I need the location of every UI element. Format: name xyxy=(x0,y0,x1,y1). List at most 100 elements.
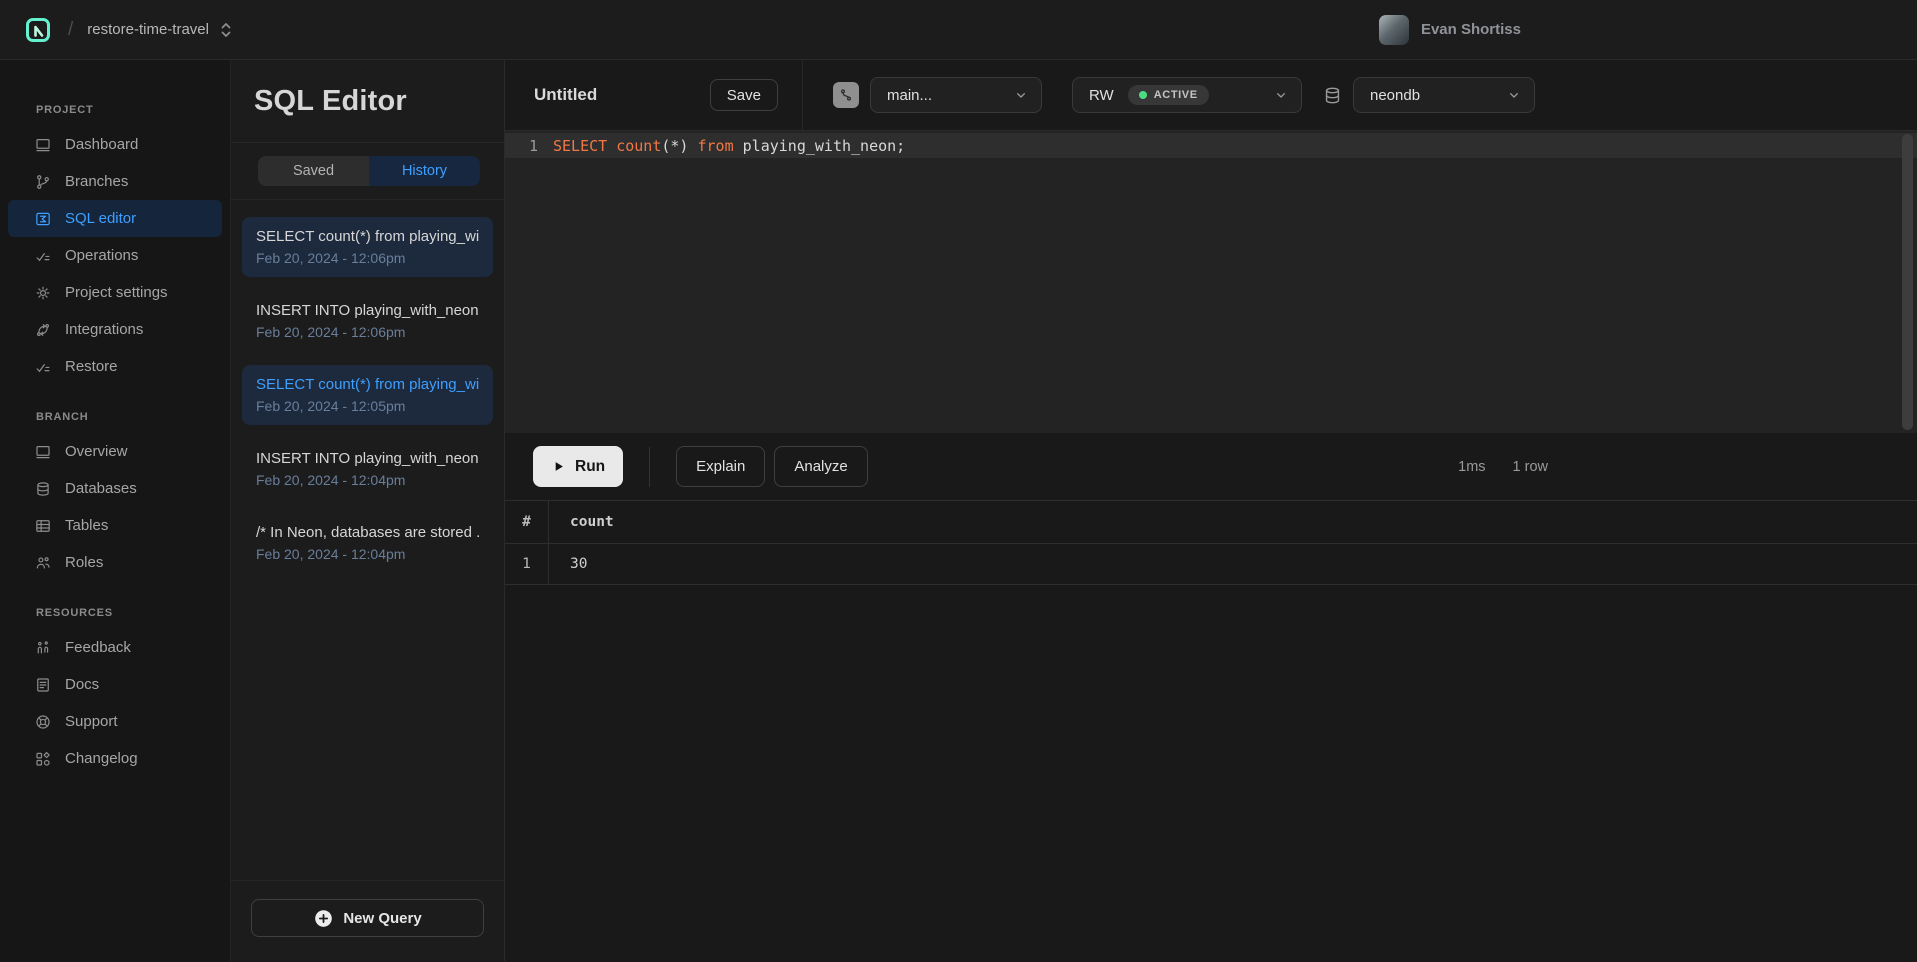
save-button[interactable]: Save xyxy=(710,79,778,111)
sidebar-item-label: Dashboard xyxy=(65,136,138,153)
line-number: 1 xyxy=(505,137,553,155)
history-query: INSERT INTO playing_with_neon(... xyxy=(256,302,479,319)
breadcrumb-project-name[interactable]: restore-time-travel xyxy=(87,21,209,38)
sidebar-item-restore[interactable]: Restore xyxy=(8,348,222,385)
context-selectors: main... RW ACTIVE neondb xyxy=(803,60,1917,130)
analyze-button[interactable]: Analyze xyxy=(774,446,867,487)
results-table: # count 1 30 xyxy=(505,500,1917,961)
sidebar-item-label: Roles xyxy=(65,554,103,571)
compute-select[interactable]: RW ACTIVE xyxy=(1072,77,1302,113)
branch-badge-icon[interactable] xyxy=(833,82,859,108)
query-title: Untitled xyxy=(534,85,597,105)
sidebar-item-label: Restore xyxy=(65,358,118,375)
history-query: SELECT count(*) from playing_wit... xyxy=(256,376,479,393)
restore-check-icon xyxy=(34,358,52,376)
play-icon xyxy=(551,459,566,474)
history-timestamp: Feb 20, 2024 - 12:06pm xyxy=(256,250,479,266)
sidebar-item-sql-editor[interactable]: SQL editor xyxy=(8,200,222,237)
query-duration: 1ms xyxy=(1458,459,1485,475)
sidebar-item-label: Tables xyxy=(65,517,108,534)
cell-index: 1 xyxy=(505,544,549,584)
top-bar: / restore-time-travel Evan Shortiss xyxy=(0,0,1917,60)
history-timestamp: Feb 20, 2024 - 12:06pm xyxy=(256,324,479,340)
tab-history[interactable]: History xyxy=(369,156,480,186)
avatar[interactable] xyxy=(1379,15,1409,45)
code-line-active[interactable]: 1 SELECT count(*) from playing_with_neon… xyxy=(505,133,1917,158)
main-area: Untitled Save main... RW ACTIVE xyxy=(505,60,1917,961)
sidebar-item-tables[interactable]: Tables xyxy=(8,507,222,544)
sidebar-item-feedback[interactable]: Feedback xyxy=(8,629,222,666)
sidebar-item-docs[interactable]: Docs xyxy=(8,666,222,703)
sidebar-item-label: Operations xyxy=(65,247,138,264)
history-query: SELECT count(*) from playing_wit... xyxy=(256,228,479,245)
run-label: Run xyxy=(575,458,605,476)
section-label: RESOURCES xyxy=(0,607,230,619)
sidebar-item-branches[interactable]: Branches xyxy=(8,163,222,200)
cell-count: 30 xyxy=(549,544,1917,584)
sidebar-item-label: Integrations xyxy=(65,321,143,338)
column-header-index: # xyxy=(505,501,549,543)
neon-logo-icon[interactable] xyxy=(24,16,52,44)
sidebar-section-branch: BRANCH Overview Databases Tables Roles xyxy=(0,411,230,581)
query-row-count: 1 row xyxy=(1513,459,1548,475)
query-actions-row: Run Explain Analyze 1ms 1 row xyxy=(505,433,1917,500)
operations-check-icon xyxy=(34,247,52,265)
history-query: INSERT INTO playing_with_neon(... xyxy=(256,450,479,467)
editor-toolbar: Untitled Save main... RW ACTIVE xyxy=(505,60,1917,131)
sidebar-item-label: Feedback xyxy=(65,639,131,656)
history-timestamp: Feb 20, 2024 - 12:04pm xyxy=(256,472,479,488)
sidebar-item-project-settings[interactable]: Project settings xyxy=(8,274,222,311)
table-row[interactable]: 1 30 xyxy=(505,544,1917,585)
sidebar-item-overview[interactable]: Overview xyxy=(8,433,222,470)
history-timestamp: Feb 20, 2024 - 12:05pm xyxy=(256,398,479,414)
sidebar-item-changelog[interactable]: Changelog xyxy=(8,740,222,777)
query-title-group: Untitled Save xyxy=(505,60,803,130)
sidebar-item-integrations[interactable]: Integrations xyxy=(8,311,222,348)
history-query: /* In Neon, databases are stored ... xyxy=(256,524,479,541)
history-item[interactable]: INSERT INTO playing_with_neon(... Feb 20… xyxy=(242,439,493,499)
panel-footer: New Query xyxy=(231,880,504,961)
dashboard-icon xyxy=(34,136,52,154)
sidebar-item-support[interactable]: Support xyxy=(8,703,222,740)
sidebar-item-operations[interactable]: Operations xyxy=(8,237,222,274)
compute-select-value: RW xyxy=(1089,87,1114,104)
project-switcher-chevrons-icon[interactable] xyxy=(218,21,234,39)
new-query-button[interactable]: New Query xyxy=(251,899,484,937)
history-item[interactable]: SELECT count(*) from playing_wit... Feb … xyxy=(242,217,493,277)
tab-saved[interactable]: Saved xyxy=(258,156,369,186)
docs-icon xyxy=(34,676,52,694)
history-item[interactable]: /* In Neon, databases are stored ... Feb… xyxy=(242,513,493,573)
results-header-row: # count xyxy=(505,501,1917,544)
sidebar-item-label: Project settings xyxy=(65,284,168,301)
sidebar-item-label: Changelog xyxy=(65,750,138,767)
code-editor[interactable]: 1 SELECT count(*) from playing_with_neon… xyxy=(505,131,1917,433)
database-icon xyxy=(34,480,52,498)
database-select[interactable]: neondb xyxy=(1353,77,1535,113)
section-label: PROJECT xyxy=(0,104,230,116)
sidebar-item-dashboard[interactable]: Dashboard xyxy=(8,126,222,163)
explain-button[interactable]: Explain xyxy=(676,446,765,487)
overview-icon xyxy=(34,443,52,461)
editor-scrollbar[interactable] xyxy=(1902,134,1913,430)
status-badge: ACTIVE xyxy=(1128,85,1209,105)
sidebar-item-roles[interactable]: Roles xyxy=(8,544,222,581)
user-name: Evan Shortiss xyxy=(1421,21,1521,38)
run-button[interactable]: Run xyxy=(533,446,623,487)
history-item[interactable]: INSERT INTO playing_with_neon(... Feb 20… xyxy=(242,291,493,351)
sidebar-item-label: Docs xyxy=(65,676,99,693)
branch-select[interactable]: main... xyxy=(870,77,1042,113)
sidebar-item-databases[interactable]: Databases xyxy=(8,470,222,507)
status-label: ACTIVE xyxy=(1154,89,1198,101)
page-title: SQL Editor xyxy=(254,85,481,118)
history-list: SELECT count(*) from playing_wit... Feb … xyxy=(231,200,504,880)
tabs-row: Saved History xyxy=(231,143,504,200)
database-icon xyxy=(1322,85,1343,106)
branch-select-value: main... xyxy=(887,87,932,104)
chevron-down-icon xyxy=(1273,87,1289,103)
sidebar-item-label: Overview xyxy=(65,443,128,460)
saved-history-segment: Saved History xyxy=(258,156,480,186)
history-item-selected[interactable]: SELECT count(*) from playing_wit... Feb … xyxy=(242,365,493,425)
database-select-value: neondb xyxy=(1370,87,1420,104)
user-menu[interactable]: Evan Shortiss xyxy=(1379,15,1521,45)
sidebar-section-resources: RESOURCES Feedback Docs Support Changelo… xyxy=(0,607,230,777)
